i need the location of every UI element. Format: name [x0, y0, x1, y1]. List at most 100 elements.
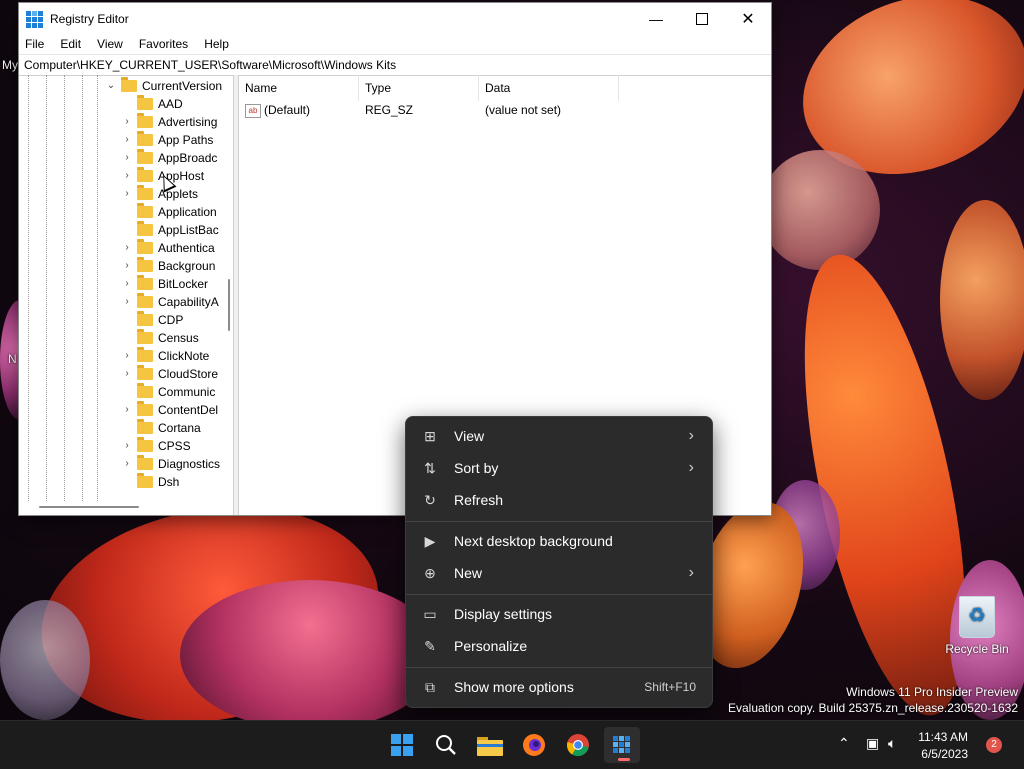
file-explorer-button[interactable] [472, 727, 508, 763]
chevron-right-icon[interactable]: › [121, 437, 133, 455]
desktop-icon-label-fragment[interactable]: My [2, 58, 18, 72]
tree-node[interactable]: › BitLocker [121, 275, 208, 293]
wallpaper-shape [0, 600, 90, 720]
menu-help[interactable]: Help [204, 37, 236, 51]
tree-node[interactable]: › Advertising [121, 113, 217, 131]
wallpaper-shape [180, 580, 440, 720]
tree-node[interactable]: › CPSS [121, 437, 191, 455]
menu-item-sort-by[interactable]: ⇅ Sort by › [410, 453, 708, 483]
menu-item-new[interactable]: ⊕ New › [410, 558, 708, 588]
menu-item-label: Show more options [454, 679, 574, 695]
firefox-button[interactable] [516, 727, 552, 763]
minimize-button[interactable]: — [633, 3, 679, 34]
close-icon: ✕ [741, 10, 755, 28]
next-background-icon: ▶ [424, 532, 436, 549]
tree-node[interactable]: CDP [121, 311, 183, 329]
column-header-name[interactable]: Name [239, 75, 359, 101]
value-data: (value not set) [485, 103, 562, 117]
chevron-down-icon[interactable]: ⌄ [105, 77, 117, 95]
tree-node[interactable]: Census [121, 329, 199, 347]
volume-icon[interactable]: 🔈︎ [888, 735, 896, 752]
tree-vertical-scrollbar[interactable] [225, 75, 233, 499]
chevron-right-icon[interactable]: › [121, 275, 133, 293]
folder-icon [137, 365, 153, 380]
watermark-line: Evaluation copy. Build 25375.zn_release.… [728, 701, 1018, 715]
folder-icon [137, 347, 153, 362]
folder-icon [137, 239, 153, 254]
tree-node[interactable]: Application [121, 203, 217, 221]
recycle-bin[interactable]: ♻ Recycle Bin [942, 596, 1012, 656]
tree-node[interactable]: › CloudStore [121, 365, 218, 383]
tree-node-currentversion[interactable]: ⌄ CurrentVersion [105, 77, 222, 95]
menu-item-display-settings[interactable]: ▭ Display settings [410, 599, 708, 629]
tree-node[interactable]: › Backgroun [121, 257, 215, 275]
chevron-right-icon[interactable]: › [121, 347, 133, 365]
menu-item-label: Display settings [454, 606, 553, 622]
tree-node[interactable]: Communic [121, 383, 215, 401]
menu-item-label: Sort by [454, 460, 499, 476]
tree-node[interactable]: › AppBroadc [121, 149, 217, 167]
windows-logo-icon [391, 734, 413, 756]
tree-node[interactable]: Cortana [121, 419, 201, 437]
folder-icon [137, 113, 153, 128]
tree-node[interactable]: › Authentica [121, 239, 215, 257]
tree-node[interactable]: › CapabilityA [121, 293, 219, 311]
menu-item-personalize[interactable]: ✎ Personalize [410, 631, 708, 661]
title-bar[interactable]: Registry Editor — ✕ [19, 3, 771, 34]
tree-node-label: AppBroadc [158, 151, 218, 165]
chevron-right-icon[interactable]: › [121, 365, 133, 383]
key-tree[interactable]: ⌄ CurrentVersion AAD › Advertising › App Pat… [19, 75, 234, 515]
tree-guide-line [28, 75, 29, 501]
tree-node-label: Cortana [158, 421, 201, 435]
tree-node-label: Diagnostics [158, 457, 221, 471]
chrome-button[interactable] [560, 727, 596, 763]
menu-item-view[interactable]: ⊞ View › [410, 421, 708, 451]
registry-editor-taskbar-button[interactable] [604, 727, 640, 763]
address-bar[interactable]: Computer\HKEY_CURRENT_USER\Software\Micr… [19, 54, 771, 76]
column-header-data[interactable]: Data [479, 75, 619, 101]
network-icon[interactable]: ▣ [866, 735, 879, 752]
tree-node[interactable]: › ContentDel [121, 401, 218, 419]
tree-node[interactable]: Dsh [121, 473, 179, 491]
menu-edit[interactable]: Edit [60, 37, 88, 51]
tree-node[interactable]: › Applets [121, 185, 198, 203]
menu-item-label: New [454, 565, 483, 581]
menu-view[interactable]: View [97, 37, 130, 51]
menu-item-refresh[interactable]: ↻ Refresh [410, 485, 708, 515]
chevron-right-icon[interactable]: › [121, 293, 133, 311]
menu-file[interactable]: File [25, 37, 51, 51]
plus-circle-icon: ⊕ [424, 564, 436, 581]
tree-node[interactable]: › App Paths [121, 131, 213, 149]
notification-badge[interactable]: 2 [986, 737, 1002, 753]
chevron-right-icon[interactable]: › [121, 257, 133, 275]
menu-item-show-more-options[interactable]: ⧉ Show more options Shift+F10 [410, 672, 708, 702]
clock-time: 11:43 AM [918, 730, 968, 744]
clock[interactable]: 11:43 AM 6/5/2023 [918, 729, 968, 763]
value-row-default[interactable]: ab (Default) [245, 101, 310, 119]
start-button[interactable] [384, 727, 420, 763]
chevron-right-icon[interactable]: › [121, 149, 133, 167]
tree-node[interactable]: › ClickNote [121, 347, 209, 365]
chevron-right-icon[interactable]: › [121, 113, 133, 131]
desktop-icon-label-fragment[interactable]: N [8, 352, 17, 366]
tree-node[interactable]: AAD [121, 95, 183, 113]
chevron-right-icon[interactable]: › [121, 167, 133, 185]
scrollbar-thumb[interactable] [39, 506, 139, 508]
tree-horizontal-scrollbar[interactable] [19, 499, 233, 515]
tree-node[interactable]: › Diagnostics [121, 455, 220, 473]
chevron-right-icon[interactable]: › [121, 239, 133, 257]
search-button[interactable] [428, 727, 464, 763]
maximize-button[interactable] [679, 3, 725, 34]
chevron-right-icon[interactable]: › [121, 401, 133, 419]
column-header-type[interactable]: Type [359, 75, 479, 101]
chevron-right-icon[interactable]: › [121, 131, 133, 149]
tree-node-label: CurrentVersion [142, 79, 223, 93]
scrollbar-thumb[interactable] [228, 279, 230, 331]
menu-favorites[interactable]: Favorites [139, 37, 195, 51]
chevron-right-icon[interactable]: › [121, 185, 133, 203]
chevron-right-icon[interactable]: › [121, 455, 133, 473]
tree-node[interactable]: AppListBac [121, 221, 219, 239]
menu-item-next-desktop-background[interactable]: ▶ Next desktop background [410, 526, 708, 556]
close-button[interactable]: ✕ [725, 3, 771, 34]
chevron-up-icon[interactable]: ⌃ [838, 735, 850, 752]
